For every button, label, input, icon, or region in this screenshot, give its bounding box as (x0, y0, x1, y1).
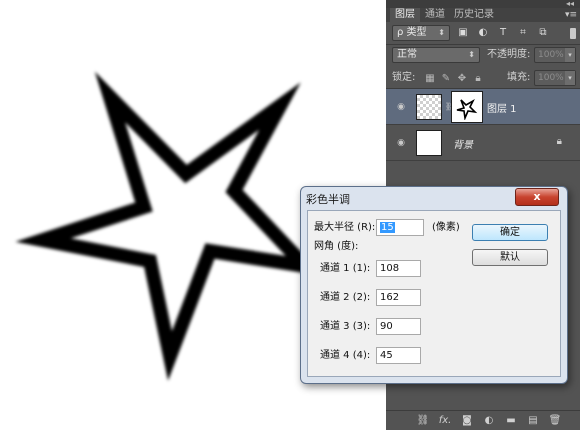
delete-icon[interactable]: 🗑︎ (548, 414, 562, 428)
image-filter-icon[interactable]: ▣ (456, 26, 470, 40)
type-filter-icon[interactable]: T (496, 26, 510, 40)
lock-image-icon[interactable]: ✎ (440, 73, 452, 85)
chevron-down-icon[interactable]: ▾ (565, 71, 575, 85)
tab-history[interactable]: 历史记录 (449, 8, 499, 22)
close-button[interactable]: x (515, 188, 559, 206)
eye-icon[interactable]: ◉ (394, 101, 408, 113)
chevron-updown-icon: ⬍ (468, 50, 475, 59)
color-halftone-dialog: 彩色半调 x 最大半径 (R): 15 (像素) 网角 (度): 通道 1 (1… (300, 186, 568, 384)
new-layer-icon[interactable]: ▤ (526, 414, 540, 428)
eye-icon[interactable]: ◉ (394, 137, 408, 149)
default-button[interactable]: 默认 (472, 249, 548, 266)
star-thumbnail-icon (456, 98, 478, 121)
max-radius-input[interactable]: 15 (376, 219, 424, 236)
fill-value: 100% (538, 73, 564, 83)
channel-2-input[interactable]: 162 (376, 289, 421, 306)
lock-label: 锁定: (392, 72, 416, 83)
max-radius-label: 最大半径 (R): (314, 222, 376, 233)
channel-3-label: 通道 3 (3): (320, 321, 371, 332)
opacity-label: 不透明度: (487, 49, 531, 60)
layers-bottom-toolbar: ⛓︎ fx. ◙ ◐ ▬ ▤ 🗑︎ (386, 410, 580, 430)
ok-button[interactable]: 确定 (472, 224, 548, 241)
filter-kind-label: ρ 类型 (397, 27, 427, 38)
layer-name[interactable]: 图层 1 (487, 100, 517, 115)
fx-icon[interactable]: fx. (438, 414, 452, 428)
max-radius-value: 15 (380, 222, 395, 233)
opacity-field[interactable]: 100% ▾ (534, 47, 576, 63)
lock-icon[interactable]: 🔒︎ (557, 136, 562, 147)
layer-thumbnail (416, 130, 442, 156)
channel-1-value: 108 (380, 263, 400, 274)
tab-channels[interactable]: 通道 (420, 8, 450, 22)
layer-mask-thumbnail[interactable] (452, 92, 482, 122)
channel-3-value: 90 (380, 321, 393, 332)
screen-angle-label: 网角 (度): (314, 241, 359, 252)
collapse-panel-icon[interactable]: ◂◂ (566, 0, 574, 8)
shape-filter-icon[interactable]: ⌗ (516, 26, 530, 40)
new-group-icon[interactable]: ▬ (504, 414, 518, 428)
unit-label: (像素) (432, 222, 460, 233)
star-outline (15, 71, 325, 381)
lock-position-icon[interactable]: ✥ (456, 73, 468, 85)
channel-2-value: 162 (380, 292, 400, 303)
layer-row-background[interactable]: ◉ 背景 🔒︎ (386, 125, 580, 161)
divider (386, 44, 580, 45)
channel-3-input[interactable]: 90 (376, 318, 421, 335)
channel-2-label: 通道 2 (2): (320, 292, 371, 303)
channel-4-input[interactable]: 45 (376, 347, 421, 364)
channel-1-label: 通道 1 (1): (320, 263, 371, 274)
layer-thumbnail (416, 94, 442, 120)
panel-menu-icon[interactable]: ▾≡ (565, 8, 577, 22)
fill-field[interactable]: 100% ▾ (534, 70, 576, 86)
smart-object-filter-icon[interactable]: ⧉ (536, 26, 550, 40)
link-layers-icon[interactable]: ⛓︎ (416, 414, 430, 428)
tab-layers[interactable]: 图层 (390, 8, 420, 22)
opacity-value: 100% (538, 50, 564, 60)
filter-toggle[interactable] (570, 28, 576, 39)
blend-mode-select[interactable]: 正常 ⬍ (392, 47, 480, 63)
layer-row-layer1[interactable]: ◉ ⛓︎ 图层 1 (386, 89, 580, 125)
new-fill-adjustment-icon[interactable]: ◐ (482, 414, 496, 428)
filter-kind-select[interactable]: ρ 类型 ⬍ (392, 25, 450, 41)
channel-4-value: 45 (380, 350, 393, 361)
blend-mode-value: 正常 (397, 49, 417, 60)
fill-label: 填充: (507, 72, 531, 83)
panel-header-strip: ◂◂ (386, 0, 580, 8)
dialog-title: 彩色半调 (306, 193, 350, 206)
panel-tabs: 图层 通道 历史记录 ▾≡ (386, 8, 580, 22)
add-mask-icon[interactable]: ◙ (460, 414, 474, 428)
adjustment-filter-icon[interactable]: ◐ (476, 26, 490, 40)
dialog-body: 最大半径 (R): 15 (像素) 网角 (度): 通道 1 (1): 108 … (307, 210, 561, 377)
channel-1-input[interactable]: 108 (376, 260, 421, 277)
lock-all-icon[interactable]: 🔒︎ (472, 73, 484, 85)
channel-4-label: 通道 4 (4): (320, 350, 371, 361)
chevron-updown-icon: ⬍ (438, 28, 445, 37)
lock-transparent-icon[interactable]: ▦ (424, 73, 436, 85)
chain-link-icon[interactable]: ⛓︎ (445, 102, 455, 112)
chevron-down-icon[interactable]: ▾ (565, 48, 575, 62)
layer-name[interactable]: 背景 (453, 136, 473, 151)
